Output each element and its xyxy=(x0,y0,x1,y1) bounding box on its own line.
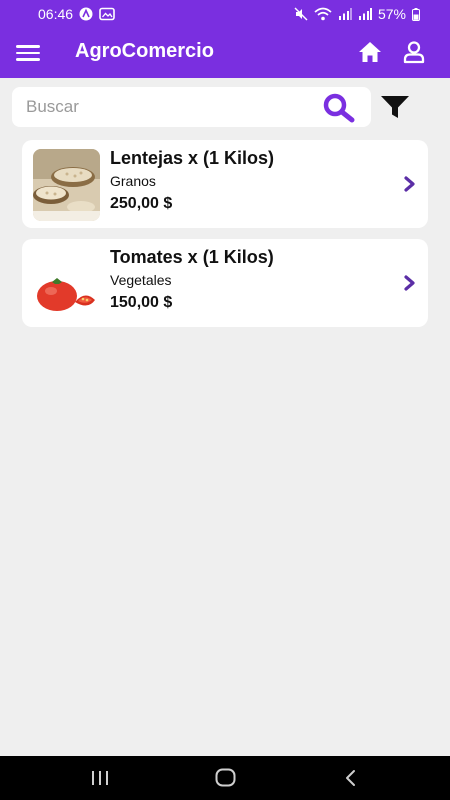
status-time: 06:46 xyxy=(38,6,74,22)
wifi-icon xyxy=(314,7,332,21)
battery-icon xyxy=(412,7,420,21)
home-icon xyxy=(359,42,381,62)
search-icon xyxy=(323,93,355,123)
product-price: 250,00 $ xyxy=(110,195,173,212)
product-image-lentejas xyxy=(33,149,100,221)
system-home-button[interactable] xyxy=(215,768,236,787)
back-chevron-icon xyxy=(346,770,355,786)
system-back-button[interactable] xyxy=(344,769,358,787)
product-category: Vegetales xyxy=(110,272,172,288)
filter-icon xyxy=(381,96,409,118)
product-image-tomates xyxy=(33,248,100,320)
home-square-icon xyxy=(215,768,236,787)
app-title: AgroComercio xyxy=(75,40,214,62)
battery-percent: 57% xyxy=(377,6,406,22)
chevron-right-icon[interactable] xyxy=(403,176,417,192)
app-bar: AgroComercio xyxy=(0,28,450,78)
product-card[interactable]: Tomates x (1 Kilos) Vegetales 150,00 $ xyxy=(22,239,428,327)
home-button[interactable] xyxy=(357,40,383,64)
chevron-right-icon[interactable] xyxy=(403,275,417,291)
product-price: 150,00 $ xyxy=(110,294,173,311)
user-icon xyxy=(403,41,425,64)
search-box xyxy=(12,87,371,127)
profile-button[interactable] xyxy=(402,40,426,64)
system-nav-bar xyxy=(0,756,450,800)
mute-icon xyxy=(294,7,308,21)
status-bar: 06:46 57% xyxy=(0,0,450,28)
recent-apps-icon xyxy=(92,771,108,785)
product-name: Tomates x (1 Kilos) xyxy=(110,247,274,267)
hamburger-menu-icon xyxy=(16,45,40,48)
product-card[interactable]: Lentejas x (1 Kilos) Granos 250,00 $ xyxy=(22,140,428,228)
recent-apps-button[interactable] xyxy=(90,770,110,786)
signal-icon-1 xyxy=(338,8,352,20)
search-input[interactable] xyxy=(26,95,306,119)
filter-button[interactable] xyxy=(380,94,410,120)
app-notification-icon xyxy=(79,7,93,21)
product-name: Lentejas x (1 Kilos) xyxy=(110,148,275,168)
search-button[interactable] xyxy=(321,93,357,123)
menu-button[interactable] xyxy=(16,42,40,64)
gallery-notification-icon xyxy=(99,7,115,21)
product-category: Granos xyxy=(110,173,156,189)
signal-icon-2 xyxy=(358,8,372,20)
